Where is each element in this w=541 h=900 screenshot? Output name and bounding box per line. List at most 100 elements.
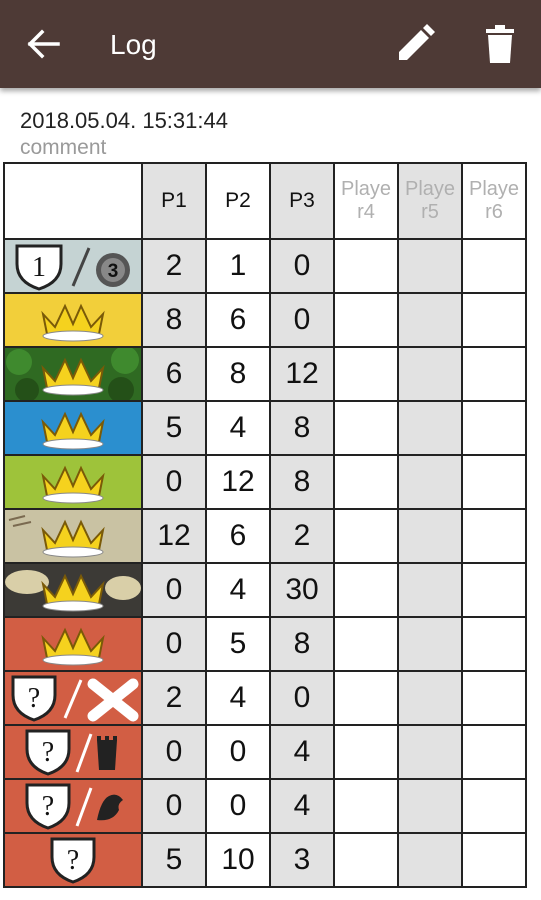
arrow-back-icon[interactable] — [22, 26, 66, 62]
score-cell[interactable]: 0 — [141, 724, 207, 780]
score-cell[interactable] — [397, 238, 463, 294]
score-cell[interactable] — [333, 562, 399, 618]
score-cell[interactable] — [333, 670, 399, 726]
score-cell[interactable]: 4 — [205, 562, 271, 618]
score-cell[interactable]: 6 — [205, 508, 271, 564]
score-cell[interactable] — [461, 346, 527, 402]
score-cell[interactable] — [461, 508, 527, 564]
score-cell[interactable]: 0 — [269, 238, 335, 294]
score-cell[interactable] — [333, 346, 399, 402]
score-cell[interactable] — [333, 616, 399, 672]
score-cell[interactable]: 0 — [205, 724, 271, 780]
score-cell[interactable]: 4 — [269, 778, 335, 834]
column-header-player5[interactable]: Playe r5 — [397, 162, 463, 240]
score-cell[interactable] — [333, 832, 399, 888]
table-row: 0 12 8 — [3, 454, 527, 510]
score-cell[interactable] — [333, 454, 399, 510]
score-cell[interactable]: 4 — [269, 724, 335, 780]
row-icon-cell — [3, 292, 143, 348]
pencil-icon[interactable] — [393, 22, 437, 66]
score-cell[interactable]: 0 — [269, 292, 335, 348]
row-icon-cell — [3, 400, 143, 456]
crown-mine-icon — [5, 564, 141, 616]
score-cell[interactable] — [397, 670, 463, 726]
score-cell[interactable] — [461, 832, 527, 888]
question-shield-tower-icon: ? — [5, 726, 141, 778]
question-shield-icon: ? — [5, 834, 141, 886]
score-cell[interactable] — [461, 454, 527, 510]
score-cell[interactable] — [461, 562, 527, 618]
score-cell[interactable]: 2 — [141, 238, 207, 294]
score-cell[interactable] — [461, 616, 527, 672]
score-cell[interactable] — [333, 724, 399, 780]
score-cell[interactable]: 10 — [205, 832, 271, 888]
score-cell[interactable]: 5 — [141, 832, 207, 888]
score-cell[interactable]: 6 — [205, 292, 271, 348]
row-icon-cell: ? — [3, 670, 143, 726]
score-cell[interactable] — [397, 832, 463, 888]
score-cell[interactable] — [461, 724, 527, 780]
score-cell[interactable] — [397, 562, 463, 618]
score-cell[interactable] — [333, 292, 399, 348]
score-cell[interactable]: 0 — [141, 616, 207, 672]
score-cell[interactable] — [333, 238, 399, 294]
score-cell[interactable]: 12 — [205, 454, 271, 510]
score-cell[interactable] — [461, 292, 527, 348]
score-cell[interactable] — [397, 292, 463, 348]
score-cell[interactable]: 0 — [205, 778, 271, 834]
score-cell[interactable]: 0 — [269, 670, 335, 726]
score-cell[interactable]: 8 — [205, 346, 271, 402]
score-cell[interactable]: 0 — [141, 562, 207, 618]
score-cell[interactable]: 4 — [205, 400, 271, 456]
score-cell[interactable] — [333, 400, 399, 456]
score-cell[interactable]: 6 — [141, 346, 207, 402]
shield-label-text: ? — [67, 845, 79, 876]
score-cell[interactable]: 3 — [269, 832, 335, 888]
shield-label-text: ? — [42, 791, 54, 822]
score-cell[interactable] — [333, 508, 399, 564]
score-cell[interactable]: 4 — [205, 670, 271, 726]
column-header-p2[interactable]: P2 — [205, 162, 271, 240]
score-cell[interactable]: 5 — [141, 400, 207, 456]
column-header-p1[interactable]: P1 — [141, 162, 207, 240]
score-cell[interactable] — [397, 616, 463, 672]
score-cell[interactable] — [397, 508, 463, 564]
score-cell[interactable]: 8 — [141, 292, 207, 348]
score-cell[interactable]: 1 — [205, 238, 271, 294]
column-header-player6[interactable]: Playe r6 — [461, 162, 527, 240]
score-cell[interactable]: 2 — [269, 508, 335, 564]
crown-swamp-icon — [5, 510, 141, 562]
score-cell[interactable] — [461, 238, 527, 294]
score-cell[interactable] — [397, 400, 463, 456]
score-cell[interactable]: 8 — [269, 400, 335, 456]
log-comment[interactable]: comment — [20, 136, 106, 160]
score-cell[interactable]: 0 — [141, 778, 207, 834]
score-cell[interactable]: 8 — [269, 454, 335, 510]
score-cell[interactable]: 0 — [141, 454, 207, 510]
score-cell[interactable] — [397, 454, 463, 510]
score-cell[interactable] — [397, 778, 463, 834]
trash-icon[interactable] — [478, 22, 522, 66]
score-cell[interactable] — [461, 400, 527, 456]
score-cell[interactable]: 12 — [141, 508, 207, 564]
score-cell[interactable]: 12 — [269, 346, 335, 402]
score-cell[interactable] — [397, 346, 463, 402]
column-header-p3[interactable]: P3 — [269, 162, 335, 240]
score-cell[interactable]: 8 — [269, 616, 335, 672]
score-cell[interactable] — [333, 778, 399, 834]
score-cell[interactable] — [397, 724, 463, 780]
column-header-player4[interactable]: Playe r4 — [333, 162, 399, 240]
log-datetime: 2018.05.04. 15:31:44 — [20, 108, 228, 133]
score-cell[interactable]: 2 — [141, 670, 207, 726]
score-cell[interactable]: 30 — [269, 562, 335, 618]
score-cell[interactable]: 5 — [205, 616, 271, 672]
score-cell[interactable] — [461, 670, 527, 726]
question-shield-bird-icon: ? — [5, 780, 141, 832]
row-icon-cell — [3, 508, 143, 564]
coin-number-text: 3 — [108, 261, 119, 282]
table-row: ? 0 0 4 — [3, 724, 527, 780]
header-row: P1 P2 P3 Playe r4 Playe r5 Playe r6 — [3, 162, 527, 240]
row-icon-cell — [3, 454, 143, 510]
shield-label-text: ? — [42, 737, 54, 768]
score-cell[interactable] — [461, 778, 527, 834]
